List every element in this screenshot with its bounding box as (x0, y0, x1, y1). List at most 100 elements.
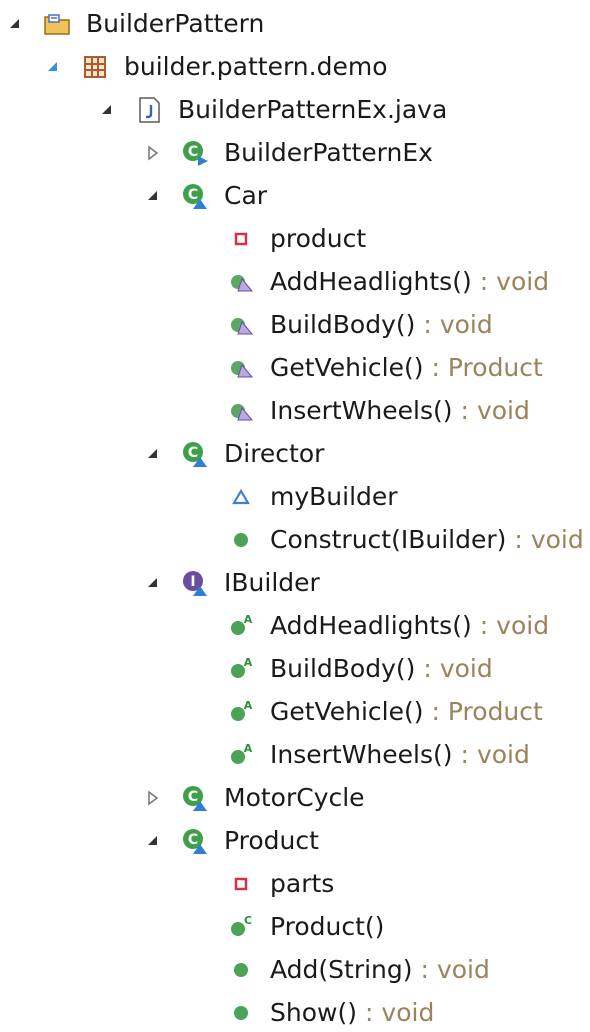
class-icon: C (180, 783, 210, 813)
tree-node-method[interactable]: BuildBody() : void (226, 307, 493, 343)
project-folder-icon (42, 9, 72, 39)
chevron-down-icon[interactable] (44, 58, 62, 76)
method-icon (226, 267, 256, 297)
tree-node-constructor[interactable]: C Product() (226, 909, 384, 945)
chevron-down-icon[interactable] (144, 187, 162, 205)
tree-node-builderpatternex[interactable]: C BuilderPatternEx (144, 135, 433, 171)
type-separator: : (431, 697, 440, 726)
tree-node-label: InsertWheels() (270, 396, 453, 425)
chevron-right-icon[interactable] (144, 789, 162, 807)
tree-node-label: GetVehicle() (270, 353, 424, 382)
svg-text:A: A (244, 699, 253, 712)
runnable-class-icon: C (180, 138, 210, 168)
return-type: void (381, 998, 435, 1027)
tree-node-label: AddHeadlights() (270, 267, 472, 296)
return-type: void (496, 267, 550, 296)
chevron-down-icon[interactable] (98, 101, 116, 119)
tree-node-label: BuilderPatternEx.java (178, 95, 448, 124)
svg-text:C: C (188, 144, 198, 160)
tree-node-car[interactable]: C Car (144, 178, 267, 214)
public-method-icon (226, 998, 256, 1028)
package-explorer-tree: BuilderPattern builder.pattern.demo Buil… (0, 0, 590, 1032)
tree-node-method[interactable]: AddHeadlights() : void (226, 264, 549, 300)
svg-text:I: I (190, 574, 195, 590)
tree-node-ibuilder[interactable]: I IBuilder (144, 565, 320, 601)
tree-node-product[interactable]: C Product (144, 823, 319, 859)
tree-node-field-mybuilder[interactable]: myBuilder (226, 479, 398, 515)
tree-node-label: Add(String) (270, 955, 413, 984)
tree-node-method[interactable]: Construct(IBuilder) : void (226, 522, 584, 558)
chevron-down-icon[interactable] (144, 574, 162, 592)
tree-node-label: product (270, 224, 367, 253)
return-type: Product (447, 697, 543, 726)
svg-text:C: C (244, 914, 252, 927)
tree-node-abstract-method[interactable]: A GetVehicle() : Product (226, 694, 543, 730)
return-type: void (436, 955, 490, 984)
tree-node-label: Product (224, 826, 319, 855)
public-method-icon (226, 525, 256, 555)
type-separator: : (479, 267, 489, 296)
svg-text:C: C (188, 789, 198, 805)
type-separator: : (479, 611, 489, 640)
chevron-down-icon[interactable] (6, 15, 24, 33)
tree-node-method[interactable]: Show() : void (226, 995, 434, 1031)
constructor-icon: C (226, 912, 256, 942)
tree-node-label: Product() (270, 912, 385, 941)
tree-node-method[interactable]: Add(String) : void (226, 952, 490, 988)
tree-node-label: Construct(IBuilder) (270, 525, 507, 554)
type-separator: : (423, 310, 432, 339)
private-field-icon (226, 224, 256, 254)
tree-node-director[interactable]: C Director (144, 436, 324, 472)
return-type: void (496, 611, 550, 640)
tree-node-abstract-method[interactable]: A AddHeadlights() : void (226, 608, 549, 644)
tree-node-package[interactable]: builder.pattern.demo (44, 49, 388, 85)
tree-node-label: AddHeadlights() (270, 611, 472, 640)
class-icon: C (180, 826, 210, 856)
tree-node-label: myBuilder (270, 482, 398, 511)
type-separator: : (460, 396, 469, 425)
abstract-method-icon: A (226, 740, 256, 770)
return-type: void (439, 310, 493, 339)
method-icon (226, 396, 256, 426)
method-icon (226, 353, 256, 383)
package-icon (80, 52, 110, 82)
tree-node-label: BuilderPatternEx (224, 138, 433, 167)
tree-node-abstract-method[interactable]: A BuildBody() : void (226, 651, 493, 687)
tree-node-label: GetVehicle() (270, 697, 424, 726)
tree-node-label: InsertWheels() (270, 740, 453, 769)
tree-node-label: MotorCycle (224, 783, 365, 812)
tree-node-label: builder.pattern.demo (124, 52, 388, 81)
tree-node-label: BuildBody() (270, 654, 416, 683)
abstract-method-icon: A (226, 654, 256, 684)
tree-node-method[interactable]: GetVehicle() : Product (226, 350, 543, 386)
tree-node-field-product[interactable]: product (226, 221, 366, 257)
tree-node-java-file[interactable]: BuilderPatternEx.java (98, 92, 447, 128)
type-separator: : (423, 654, 432, 683)
tree-node-project[interactable]: BuilderPattern (6, 6, 264, 42)
return-type: void (530, 525, 584, 554)
class-icon: C (180, 439, 210, 469)
chevron-down-icon[interactable] (144, 832, 162, 850)
private-field-icon (226, 869, 256, 899)
svg-text:C: C (188, 832, 198, 848)
tree-node-method[interactable]: InsertWheels() : void (226, 393, 530, 429)
tree-node-label: parts (270, 869, 335, 898)
return-type: void (439, 654, 493, 683)
tree-node-label: BuilderPattern (86, 9, 265, 38)
return-type: void (476, 740, 530, 769)
public-method-icon (226, 955, 256, 985)
svg-text:A: A (244, 742, 253, 755)
chevron-right-icon[interactable] (144, 144, 162, 162)
tree-node-abstract-method[interactable]: A InsertWheels() : void (226, 737, 530, 773)
type-separator: : (364, 998, 374, 1027)
abstract-method-icon: A (226, 611, 256, 641)
type-separator: : (460, 740, 469, 769)
svg-text:C: C (188, 187, 198, 203)
interface-icon: I (180, 568, 210, 598)
tree-node-label: IBuilder (224, 568, 320, 597)
tree-node-field-parts[interactable]: parts (226, 866, 334, 902)
chevron-down-icon[interactable] (144, 445, 162, 463)
tree-node-label: Director (224, 439, 325, 468)
class-icon: C (180, 181, 210, 211)
tree-node-motorcycle[interactable]: C MotorCycle (144, 780, 365, 816)
